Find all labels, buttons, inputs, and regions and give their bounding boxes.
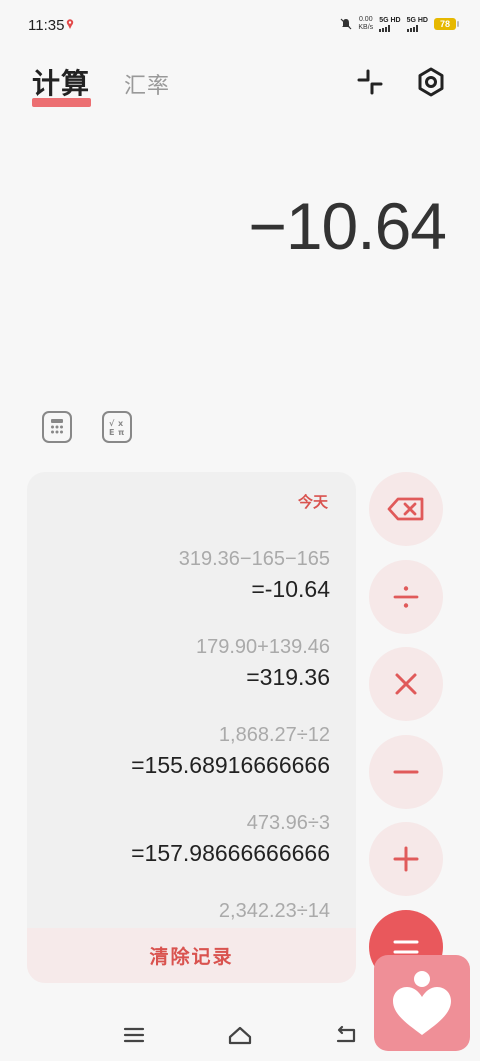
navigation-bar	[0, 1005, 480, 1061]
signal-sim1: 5G HD	[379, 16, 401, 32]
add-button[interactable]	[369, 822, 443, 896]
settings-icon	[418, 67, 444, 97]
svg-text:√: √	[109, 419, 115, 428]
sim2-label: 5G HD	[406, 16, 428, 24]
history-expression: 1,868.27÷12	[218, 724, 330, 746]
subtract-button[interactable]	[369, 735, 443, 809]
calculator-icon	[51, 419, 63, 434]
signal-bars-icon	[406, 24, 418, 32]
home-icon	[228, 1026, 252, 1045]
nav-home-button[interactable]	[226, 1023, 254, 1047]
sim1-label: 5G HD	[379, 16, 401, 24]
net-speed-unit: KB/s	[358, 24, 374, 31]
nav-back-button[interactable]	[332, 1023, 360, 1047]
history-entry[interactable]: 473.96÷3 =157.98666666666	[131, 808, 330, 868]
back-icon	[336, 1025, 356, 1043]
history-result: =155.68916666666	[131, 752, 330, 778]
battery-indicator: 78	[434, 18, 459, 30]
tab-exchange-rate[interactable]: 汇率	[124, 68, 170, 100]
history-expression: 473.96÷3	[246, 812, 330, 834]
signal-sim2: 5G HD	[406, 16, 428, 32]
history-panel: 今天 319.36−165−165 =-10.64 179.90+139.46 …	[27, 472, 356, 983]
multiply-icon	[395, 673, 417, 695]
history-result: =319.36	[246, 664, 330, 690]
history-expression: 179.90+139.46	[195, 636, 330, 658]
scientific-calculator-icon: √ x E π	[109, 419, 124, 437]
history-entry[interactable]: 1,868.27÷12 =155.68916666666	[131, 720, 330, 780]
status-time: 11:35	[28, 17, 65, 34]
plus-icon	[393, 846, 419, 872]
backspace-icon	[387, 497, 424, 521]
net-speed: 0.00 KB/s	[358, 16, 373, 32]
multiply-button[interactable]	[369, 647, 443, 721]
clear-history-label: 清除记录	[149, 947, 234, 968]
history-entry[interactable]: 319.36−165−165 =-10.64	[131, 544, 330, 604]
history-entry[interactable]: 179.90+139.46 =319.36	[131, 632, 330, 692]
signal-bars-icon	[379, 24, 391, 32]
svg-text:E: E	[109, 428, 114, 437]
shrink-icon	[357, 69, 383, 95]
result-display: −10.64	[248, 189, 447, 263]
history-expression: 319.36−165−165	[178, 548, 330, 570]
mute-icon	[340, 18, 352, 30]
equals-icon	[393, 940, 419, 954]
minus-icon	[393, 770, 419, 774]
history-result: =-10.64	[251, 576, 330, 602]
status-bar: 11:35 0.00 KB/s 5G HD 5G HD 78	[0, 0, 480, 48]
history-entry[interactable]: 2,342.23÷14	[131, 896, 330, 926]
net-speed-value: 0.00	[358, 16, 373, 23]
svg-text:π: π	[118, 428, 124, 437]
divide-icon	[393, 586, 419, 608]
history-expression: 2,342.23÷14	[218, 900, 330, 922]
scientific-mode-button[interactable]: √ x E π	[102, 411, 132, 443]
backspace-button[interactable]	[369, 472, 443, 546]
location-icon	[66, 19, 74, 29]
clear-history-button[interactable]: 清除记录	[27, 928, 356, 983]
svg-text:x: x	[118, 419, 124, 428]
tab-active-indicator	[32, 98, 91, 107]
history-result: =157.98666666666	[131, 840, 330, 866]
shrink-button[interactable]	[350, 62, 390, 102]
settings-button[interactable]	[411, 62, 451, 102]
basic-calculator-mode-button[interactable]	[42, 411, 72, 443]
nav-recents-button[interactable]	[120, 1023, 148, 1047]
tab-calculate[interactable]: 计算	[32, 62, 90, 102]
divide-button[interactable]	[369, 560, 443, 634]
history-list: 319.36−165−165 =-10.64 179.90+139.46 =31…	[131, 544, 330, 926]
history-date-label: 今天	[297, 494, 328, 511]
menu-icon	[123, 1027, 145, 1043]
